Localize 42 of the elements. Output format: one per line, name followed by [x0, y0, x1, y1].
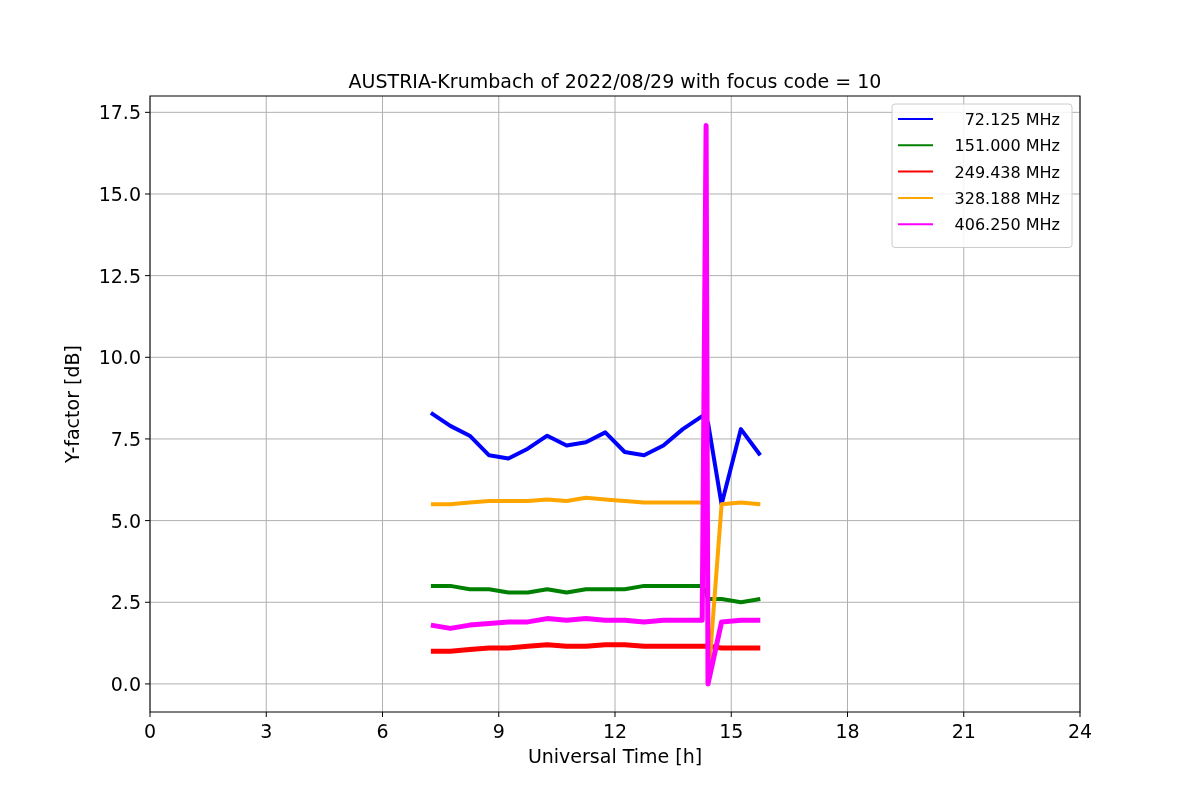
tick-label: 15.0	[98, 183, 141, 205]
tick-mark	[730, 711, 732, 718]
tick-mark	[144, 683, 151, 685]
legend-label: 328.188 MHz	[954, 188, 1060, 208]
tick-mark	[963, 711, 965, 718]
legend-label: 72.125 MHz	[964, 110, 1060, 129]
tick-label: 6	[376, 720, 389, 742]
axis-label: Y-factor [dB]	[61, 345, 83, 463]
tick-mark	[614, 711, 616, 718]
tick-label: 24	[1067, 720, 1093, 742]
legend-label: 151.000 MHz	[954, 136, 1060, 156]
chart-title: AUSTRIA-Krumbach of 2022/08/29 with focus code = 10	[348, 70, 882, 92]
tick-mark	[149, 711, 151, 718]
tick-mark	[498, 711, 500, 718]
tick-mark	[144, 275, 151, 277]
tick-label: 7.5	[110, 427, 141, 450]
tick-mark	[144, 111, 151, 113]
legend-label: 249.438 MHz	[954, 162, 1060, 182]
tick-label: 12.5	[98, 264, 141, 287]
tick-mark	[144, 356, 151, 358]
tick-label: 3	[260, 720, 273, 742]
tick-mark	[144, 193, 151, 195]
tick-label: 21	[951, 720, 976, 742]
tick-mark	[382, 711, 383, 718]
tick-label: 9	[492, 720, 505, 742]
tick-label: 17.5	[98, 101, 141, 124]
tick-label: 0	[143, 720, 157, 742]
tick-label: 2.5	[110, 591, 141, 614]
tick-label: 5.0	[110, 509, 141, 532]
tick-mark	[1079, 711, 1081, 718]
tick-mark	[265, 711, 267, 718]
tick-mark	[144, 438, 151, 440]
tick-mark	[144, 520, 151, 522]
tick-mark	[144, 601, 151, 603]
tick-label: 10.0	[98, 346, 141, 369]
axis-label: Universal Time [h]	[527, 745, 703, 767]
tick-label: 0.0	[110, 672, 141, 695]
tick-label: 18	[835, 720, 860, 742]
tick-label: 15	[719, 720, 744, 742]
legend-label: 406.250 MHz	[954, 215, 1060, 235]
tick-label: 12	[602, 720, 628, 742]
tick-mark	[847, 711, 848, 718]
